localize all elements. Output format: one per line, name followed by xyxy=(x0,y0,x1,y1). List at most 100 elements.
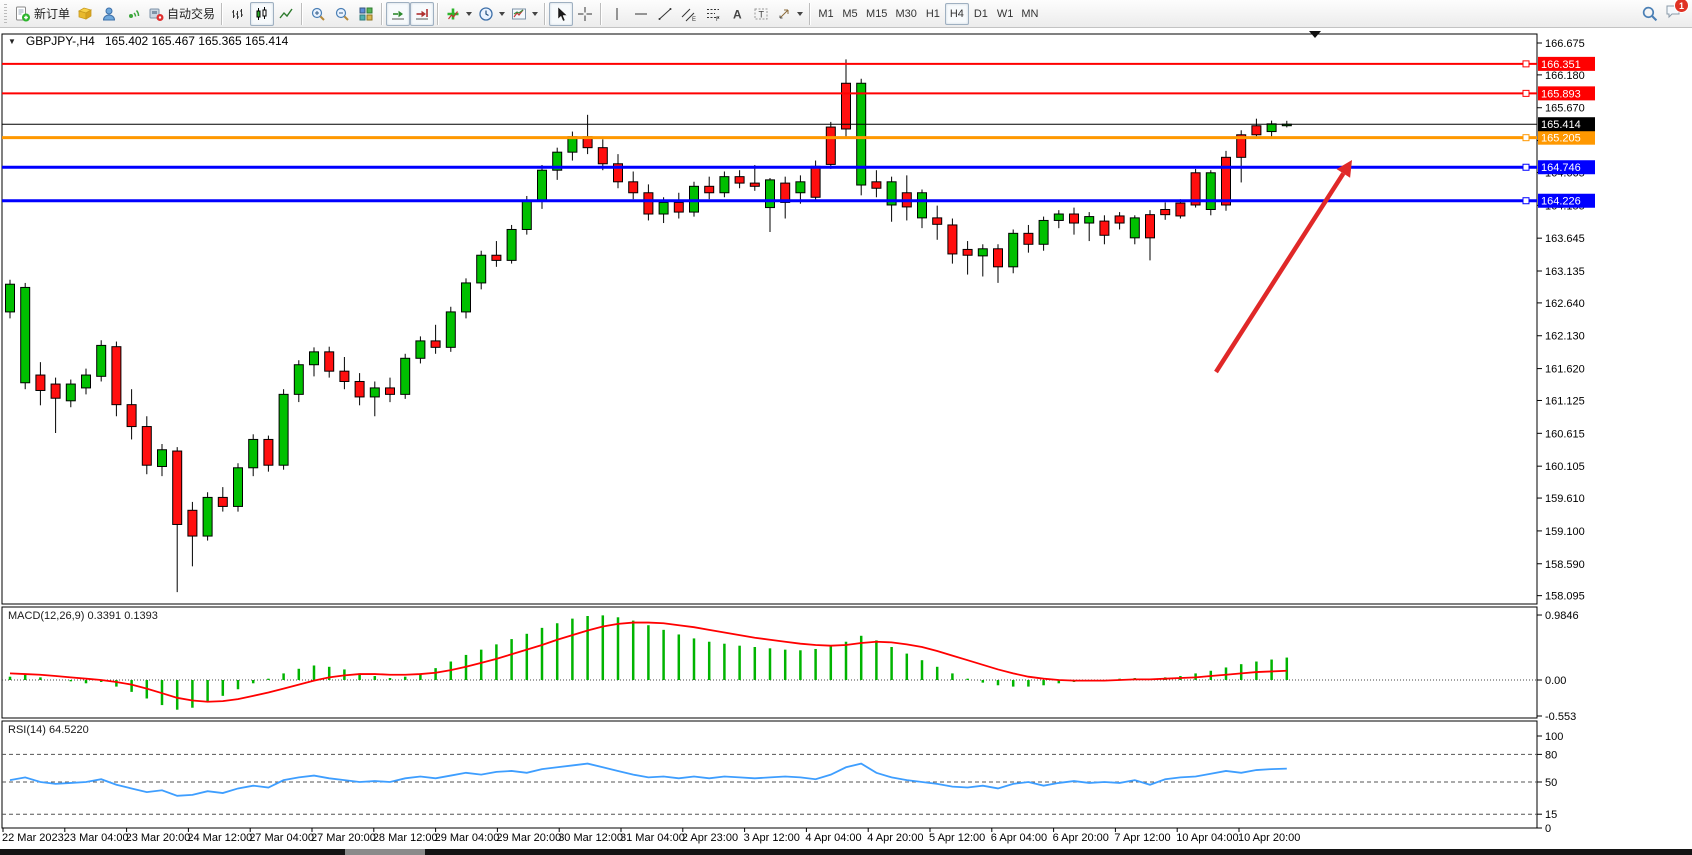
svg-text:7 Apr 12:00: 7 Apr 12:00 xyxy=(1114,832,1170,844)
bottom-edge-segment xyxy=(345,849,425,855)
zoom-in-button[interactable] xyxy=(306,2,330,26)
fibonacci-icon: F xyxy=(705,6,721,22)
toolbar-separator xyxy=(221,3,223,25)
time-axis[interactable]: 22 Mar 202323 Mar 04:0023 Mar 20:0024 Ma… xyxy=(2,828,1300,844)
hline-handle[interactable] xyxy=(1523,135,1529,141)
svg-text:-0.553: -0.553 xyxy=(1545,711,1576,723)
svg-text:160.615: 160.615 xyxy=(1545,428,1585,440)
svg-text:164.746: 164.746 xyxy=(1541,162,1581,174)
indicators-dropdown-caret[interactable] xyxy=(466,12,472,16)
trendline-tool-button[interactable] xyxy=(653,2,677,26)
auto-scroll-button[interactable] xyxy=(386,2,410,26)
notification-badge: 1 xyxy=(1674,0,1689,13)
svg-text:50: 50 xyxy=(1545,777,1557,789)
toolbar-grip[interactable] xyxy=(4,4,9,24)
arrows-tool-button[interactable] xyxy=(773,2,806,26)
tile-windows-icon xyxy=(358,6,374,22)
svg-text:0: 0 xyxy=(1545,823,1551,835)
timeframe-MN[interactable]: MN xyxy=(1017,3,1042,25)
timeframe-D1[interactable]: D1 xyxy=(969,3,993,25)
auto-scroll-icon xyxy=(390,6,406,22)
crosshair-tool-button[interactable] xyxy=(573,2,597,26)
market-signals-button[interactable] xyxy=(121,2,145,26)
templates-button[interactable] xyxy=(508,2,541,26)
timeframe-M15[interactable]: M15 xyxy=(862,3,891,25)
svg-text:A: A xyxy=(733,7,742,21)
toolbar-right-group: 1 xyxy=(1641,3,1690,24)
svg-text:165.670: 165.670 xyxy=(1545,103,1585,115)
svg-text:166.675: 166.675 xyxy=(1545,38,1585,50)
svg-text:0.00: 0.00 xyxy=(1545,675,1566,687)
svg-text:29 Mar 04:00: 29 Mar 04:00 xyxy=(435,832,500,844)
svg-text:23 Mar 04:00: 23 Mar 04:00 xyxy=(64,832,129,844)
timeframe-H1[interactable]: H1 xyxy=(921,3,945,25)
svg-text:15: 15 xyxy=(1545,809,1557,821)
new-order-button[interactable]: 新订单 xyxy=(11,2,73,26)
profiles-button[interactable] xyxy=(97,2,121,26)
metaeditor-button[interactable] xyxy=(73,2,97,26)
chart-canvas[interactable]: 166.675166.180165.670165.160164.665164.1… xyxy=(0,28,1692,849)
svg-text:163.645: 163.645 xyxy=(1545,233,1585,245)
vertical-line-tool-button[interactable] xyxy=(605,2,629,26)
horizontal-line-tool-button[interactable] xyxy=(629,2,653,26)
chart-shift-icon xyxy=(414,6,430,22)
svg-text:160.105: 160.105 xyxy=(1545,461,1585,473)
fibonacci-tool-button[interactable]: F xyxy=(701,2,725,26)
hline-handle[interactable] xyxy=(1523,164,1529,170)
chart-shift-button[interactable] xyxy=(410,2,434,26)
bar-chart-button[interactable] xyxy=(226,2,250,26)
svg-text:0.9846: 0.9846 xyxy=(1545,610,1579,622)
hline-handle[interactable] xyxy=(1523,90,1529,96)
svg-text:161.125: 161.125 xyxy=(1545,395,1585,407)
text-tool-icon: A xyxy=(729,6,745,22)
svg-text:T: T xyxy=(759,9,765,19)
main-panel-frame xyxy=(2,34,1537,604)
timeframe-H4[interactable]: H4 xyxy=(945,3,969,25)
main-toolbar: 新订单 自动交易 xyxy=(0,0,1692,28)
zoom-out-button[interactable] xyxy=(330,2,354,26)
arrows-dropdown-caret[interactable] xyxy=(797,12,803,16)
svg-text:10 Apr 04:00: 10 Apr 04:00 xyxy=(1176,832,1238,844)
cursor-tool-button[interactable] xyxy=(549,2,573,26)
svg-text:29 Mar 20:00: 29 Mar 20:00 xyxy=(496,832,561,844)
timeframe-W1[interactable]: W1 xyxy=(993,3,1018,25)
auto-trading-label: 自动交易 xyxy=(167,5,215,22)
svg-text:5 Apr 12:00: 5 Apr 12:00 xyxy=(929,832,985,844)
timeframe-M5[interactable]: M5 xyxy=(838,3,862,25)
templates-dropdown-caret[interactable] xyxy=(532,12,538,16)
cursor-icon xyxy=(553,6,569,22)
arrows-tool-icon xyxy=(776,6,792,22)
svg-text:165.205: 165.205 xyxy=(1541,133,1581,145)
timeframe-M30[interactable]: M30 xyxy=(891,3,920,25)
tile-windows-button[interactable] xyxy=(354,2,378,26)
auto-trading-icon xyxy=(148,6,164,22)
hline-handle[interactable] xyxy=(1523,61,1529,67)
auto-trading-button[interactable]: 自动交易 xyxy=(145,2,218,26)
svg-text:31 Mar 04:00: 31 Mar 04:00 xyxy=(620,832,685,844)
timeframe-group: M1M5M15M30H1H4D1W1MN xyxy=(814,3,1042,25)
horizontal-line-icon xyxy=(633,6,649,22)
svg-text:24 Mar 12:00: 24 Mar 12:00 xyxy=(187,832,252,844)
svg-text:166.180: 166.180 xyxy=(1545,70,1585,82)
price-axis[interactable]: 166.675166.180165.670165.160164.665164.1… xyxy=(1537,38,1595,835)
line-chart-button[interactable] xyxy=(274,2,298,26)
text-tool-button[interactable]: A xyxy=(725,2,749,26)
text-label-icon: T xyxy=(753,6,769,22)
indicators-button[interactable] xyxy=(442,2,475,26)
equidistant-channel-tool-button[interactable]: E xyxy=(677,2,701,26)
hline-handle[interactable] xyxy=(1523,198,1529,204)
periods-dropdown-caret[interactable] xyxy=(499,12,505,16)
periods-button[interactable] xyxy=(475,2,508,26)
timeframe-M1[interactable]: M1 xyxy=(814,3,838,25)
svg-text:164.226: 164.226 xyxy=(1541,196,1581,208)
svg-text:4 Apr 04:00: 4 Apr 04:00 xyxy=(805,832,861,844)
svg-text:10 Apr 20:00: 10 Apr 20:00 xyxy=(1238,832,1300,844)
svg-text:162.640: 162.640 xyxy=(1545,298,1585,310)
text-label-tool-button[interactable]: T xyxy=(749,2,773,26)
candlestick-chart-button[interactable] xyxy=(250,2,274,26)
svg-text:166.351: 166.351 xyxy=(1541,59,1581,71)
chat-button[interactable]: 1 xyxy=(1664,3,1682,24)
svg-text:158.590: 158.590 xyxy=(1545,559,1585,571)
svg-text:100: 100 xyxy=(1545,731,1563,743)
search-icon[interactable] xyxy=(1641,5,1658,22)
